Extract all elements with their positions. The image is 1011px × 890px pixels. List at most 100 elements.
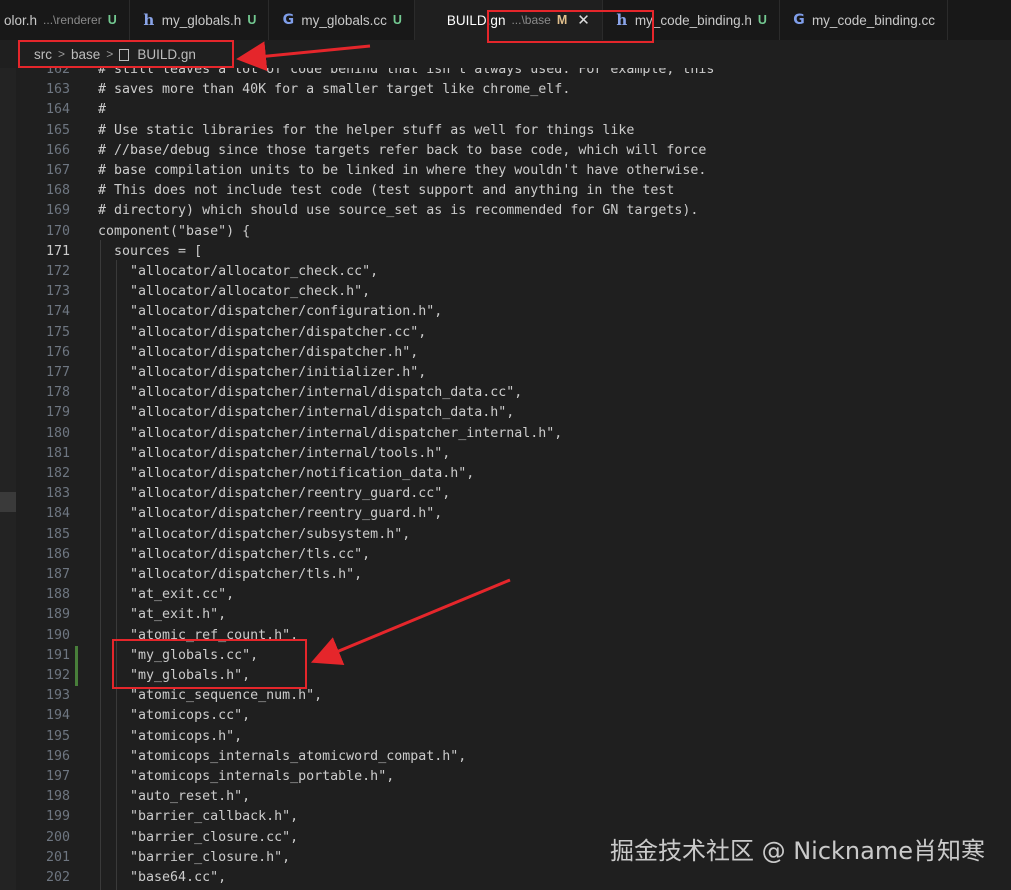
line-number: 181: [45, 445, 70, 461]
line-text: "allocator/dispatcher/subsystem.h",: [98, 526, 411, 542]
line-number: 185: [45, 526, 70, 542]
code-line[interactable]: 195 "atomicops.h",: [0, 727, 1011, 747]
code-line[interactable]: 168 # This does not include test code (te…: [0, 181, 1011, 201]
code-line[interactable]: 180 "allocator/dispatcher/internal/dispa…: [0, 424, 1011, 444]
line-text: "allocator/allocator_check.h",: [98, 284, 371, 300]
line-text: "atomic_ref_count.h",: [98, 627, 299, 643]
code-line[interactable]: 167 # base compilation units to be linked…: [0, 161, 1011, 181]
line-number: 172: [45, 264, 70, 279]
line-text: "atomicops.cc",: [98, 708, 251, 724]
git-status-badge: U: [247, 13, 257, 27]
breadcrumb-item-src[interactable]: src: [34, 47, 52, 62]
line-text: "barrier_callback.h",: [98, 809, 299, 825]
line-number: 184: [45, 506, 70, 522]
line-number: 166: [45, 142, 70, 158]
line-number: 178: [45, 385, 70, 401]
code-line[interactable]: 172 "allocator/allocator_check.cc",: [0, 262, 1011, 282]
line-number: 176: [45, 344, 70, 360]
code-line[interactable]: 198 "auto_reset.h",: [0, 787, 1011, 807]
file-icon: [119, 49, 130, 61]
line-text: "my_globals.cc",: [98, 647, 259, 663]
tab-label: olor.h: [4, 12, 38, 28]
line-number: 171: [45, 243, 70, 259]
tab-build-gn[interactable]: BUILD.gn ...\base M ✕: [414, 0, 603, 40]
git-status-badge: U: [757, 13, 767, 27]
line-number: 198: [45, 789, 70, 805]
tab-my-globals-h[interactable]: h my_globals.h U: [130, 0, 270, 40]
chevron-right-icon: >: [58, 47, 66, 61]
line-text: "at_exit.cc",: [98, 587, 235, 603]
code-line[interactable]: 192 "my_globals.h",: [0, 666, 1011, 687]
line-text: "allocator/dispatcher/tls.cc",: [98, 546, 371, 562]
code-editor[interactable]: 162 # still leaves a lot of code behind t…: [0, 60, 1011, 890]
c-header-file-icon: h: [143, 11, 155, 29]
line-number: 202: [45, 870, 70, 885]
code-line[interactable]: 185 "allocator/dispatcher/subsystem.h",: [0, 525, 1011, 545]
tab-my-code-binding-h[interactable]: h my_code_binding.h U: [603, 0, 780, 40]
line-text: # saves more than 40K for a smaller targ…: [98, 82, 571, 98]
code-line[interactable]: 178 "allocator/dispatcher/internal/dispa…: [0, 383, 1011, 403]
code-line[interactable]: 196 "atomicops_internals_atomicword_comp…: [0, 747, 1011, 767]
line-text: #: [98, 102, 107, 118]
code-line[interactable]: 175 "allocator/dispatcher/dispatcher.cc"…: [0, 323, 1011, 343]
line-text: "base64.cc",: [98, 870, 227, 885]
code-line[interactable]: 193 "atomic_sequence_num.h",: [0, 686, 1011, 706]
code-line[interactable]: 170 component("base") {: [0, 222, 1011, 242]
code-line[interactable]: 184 "allocator/dispatcher/reentry_guard.…: [0, 504, 1011, 524]
line-text: # Use static libraries for the helper st…: [98, 122, 635, 138]
line-number: 163: [45, 82, 70, 98]
line-text: # This does not include test code (test …: [98, 183, 675, 199]
line-number: 189: [45, 607, 70, 623]
line-number: 165: [45, 122, 70, 138]
close-icon[interactable]: ✕: [577, 11, 590, 29]
breadcrumb-item-file[interactable]: BUILD.gn: [137, 47, 196, 62]
line-number: 179: [45, 405, 70, 421]
breadcrumb-item-base[interactable]: base: [71, 47, 100, 62]
code-line[interactable]: 169 # directory) which should use source_…: [0, 201, 1011, 221]
code-line[interactable]: 202 "base64.cc",: [0, 868, 1011, 888]
tab-my-globals-cc[interactable]: Gmy_globals.cc U: [269, 0, 415, 40]
code-line[interactable]: 165 # Use static libraries for the helper…: [0, 121, 1011, 141]
line-text: "allocator/dispatcher/internal/dispatch_…: [98, 405, 515, 421]
code-line[interactable]: 171 sources = [: [0, 242, 1011, 262]
line-number: 180: [45, 425, 70, 441]
code-line[interactable]: 179 "allocator/dispatcher/internal/dispa…: [0, 403, 1011, 423]
code-line[interactable]: 187 "allocator/dispatcher/tls.h",: [0, 565, 1011, 585]
code-line[interactable]: 166 # //base/debug since those targets re…: [0, 141, 1011, 161]
code-line[interactable]: 174 "allocator/dispatcher/configuration.…: [0, 302, 1011, 322]
line-text: "auto_reset.h",: [98, 789, 251, 805]
git-modified-gutter-mark[interactable]: [75, 645, 78, 666]
code-line[interactable]: 194 "atomicops.cc",: [0, 706, 1011, 726]
line-number: 192: [45, 668, 70, 683]
editor-tab-bar: olor.h ...\renderer Uh my_globals.h U Gmy_glo…: [0, 0, 1011, 41]
code-line[interactable]: 183 "allocator/dispatcher/reentry_guard.…: [0, 484, 1011, 504]
line-text: sources = [: [98, 243, 203, 259]
code-line[interactable]: 186 "allocator/dispatcher/tls.cc",: [0, 545, 1011, 565]
line-text: "allocator/dispatcher/internal/dispatch_…: [98, 385, 523, 401]
line-text: "allocator/dispatcher/internal/tools.h",: [98, 445, 451, 461]
tab-label: my_code_binding.h: [634, 12, 752, 28]
code-line[interactable]: 176 "allocator/dispatcher/dispatcher.h",: [0, 343, 1011, 363]
git-modified-gutter-mark[interactable]: [75, 666, 78, 687]
line-number: 167: [45, 163, 70, 178]
code-line[interactable]: 197 "atomicops_internals_portable.h",: [0, 767, 1011, 787]
tab-my-code-binding-cc[interactable]: Gmy_code_binding.cc: [780, 0, 949, 40]
code-line[interactable]: 163 # saves more than 40K for a smaller t…: [0, 80, 1011, 100]
code-line[interactable]: 177 "allocator/dispatcher/initializer.h"…: [0, 363, 1011, 383]
line-text: # //base/debug since those targets refer…: [98, 142, 707, 158]
line-text: "allocator/dispatcher/internal/dispatche…: [98, 425, 563, 441]
code-line[interactable]: 190 "atomic_ref_count.h",: [0, 626, 1011, 646]
code-line[interactable]: 164 #: [0, 100, 1011, 120]
line-number: 191: [45, 647, 70, 663]
code-line[interactable]: 189 "at_exit.h",: [0, 605, 1011, 625]
code-line[interactable]: 173 "allocator/allocator_check.h",: [0, 282, 1011, 302]
code-line[interactable]: 191 "my_globals.cc",: [0, 645, 1011, 666]
code-line[interactable]: 182 "allocator/dispatcher/notification_d…: [0, 464, 1011, 484]
code-line[interactable]: 188 "at_exit.cc",: [0, 585, 1011, 605]
code-line[interactable]: 199 "barrier_callback.h",: [0, 807, 1011, 827]
line-number: 168: [45, 183, 70, 199]
chevron-right-icon: >: [106, 47, 114, 61]
line-number: 188: [45, 587, 70, 603]
tab-olor-h[interactable]: olor.h ...\renderer U: [0, 0, 130, 40]
code-line[interactable]: 181 "allocator/dispatcher/internal/tools…: [0, 444, 1011, 464]
